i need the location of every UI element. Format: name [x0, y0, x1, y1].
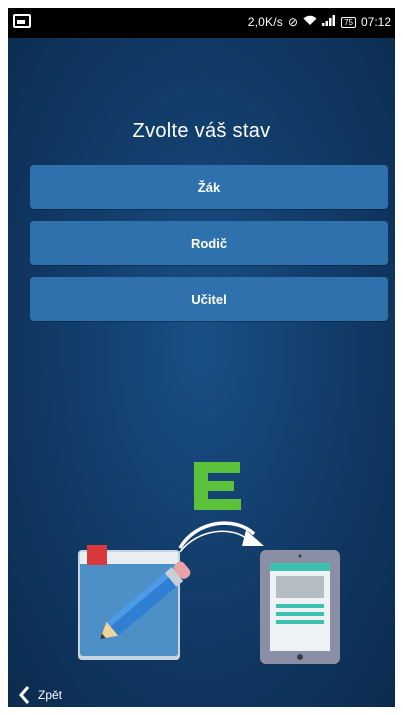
role-button-student[interactable]: Žák	[30, 165, 388, 209]
network-speed: 2,0K/s	[247, 15, 283, 29]
role-button-parent[interactable]: Rodič	[30, 221, 388, 265]
app-screen: 2,0K/s ⊘ 75 07:12 Zvolte váš stav Žák Ro…	[8, 8, 395, 707]
back-label: Zpět	[38, 688, 63, 702]
arrow-icon	[178, 521, 264, 553]
wifi-icon	[303, 15, 317, 29]
illustration	[8, 448, 395, 668]
battery-icon: 75	[341, 16, 356, 28]
app-logo-icon	[194, 462, 241, 510]
no-sim-icon: ⊘	[288, 15, 299, 29]
clock: 07:12	[360, 15, 391, 29]
chevron-left-icon	[19, 686, 30, 704]
screenshot-notification-icon	[13, 14, 31, 28]
back-button[interactable]: Zpět	[18, 685, 62, 705]
notebook-pencil-icon	[78, 545, 191, 660]
signal-icon	[322, 15, 336, 29]
page-title: Zvolte váš stav	[132, 120, 271, 142]
status-bar: 2,0K/s ⊘ 75 07:12	[8, 8, 395, 38]
status-indicators: 2,0K/s ⊘ 75 07:12	[248, 15, 391, 29]
tablet-icon	[260, 550, 340, 664]
role-button-teacher[interactable]: Učitel	[30, 277, 388, 321]
